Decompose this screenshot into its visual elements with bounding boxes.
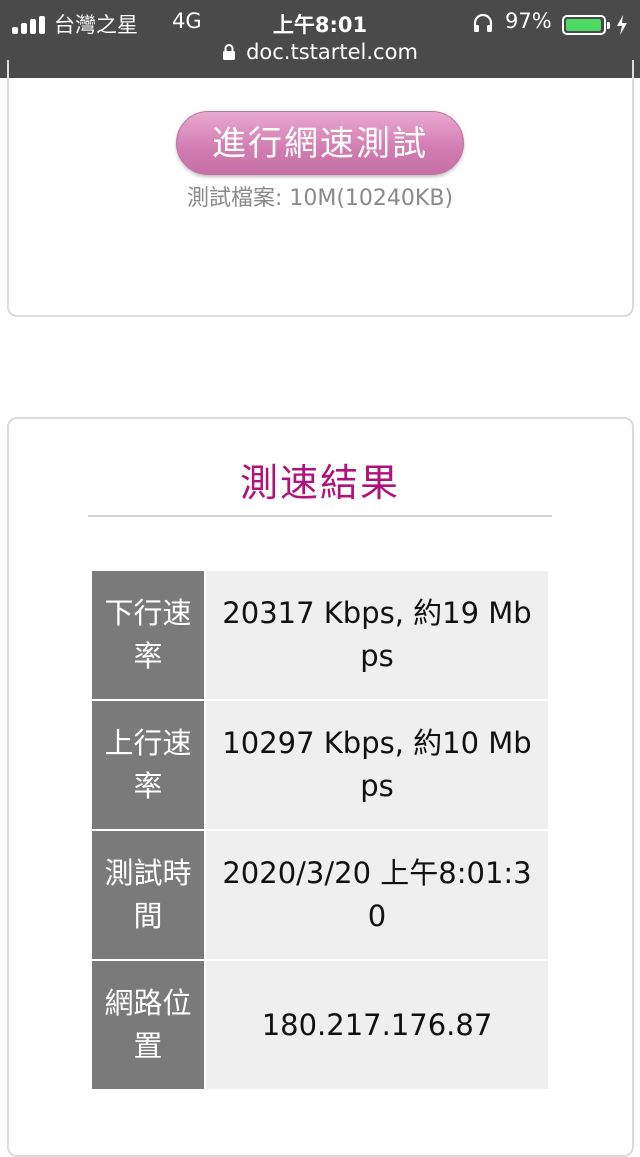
battery-icon — [562, 15, 610, 35]
table-row: 上行速率 10297 Kbps, 約10 Mbps — [90, 699, 550, 831]
test-file-note: 測試檔案: 10M(10240KB) — [186, 186, 454, 211]
title-divider — [88, 515, 552, 517]
headphones-icon — [473, 13, 493, 32]
row-value-download: 20317 Kbps, 約19 Mbps — [204, 569, 550, 701]
row-label-upload: 上行速率 — [90, 699, 206, 831]
row-label-download: 下行速率 — [90, 569, 206, 701]
table-row: 網路位置 180.217.176.87 — [90, 959, 550, 1091]
table-row: 下行速率 20317 Kbps, 約19 Mbps — [90, 569, 550, 701]
row-value-test-time: 2020/3/20 上午8:01:30 — [204, 829, 550, 961]
row-label-test-time: 測試時間 — [90, 829, 206, 961]
start-speed-test-button[interactable]: 進行網速測試 — [176, 111, 464, 175]
table-row: 測試時間 2020/3/20 上午8:01:30 — [90, 829, 550, 961]
results-title: 測速結果 — [239, 461, 400, 505]
row-value-upload: 10297 Kbps, 約10 Mbps — [204, 699, 550, 831]
results-table: 下行速率 20317 Kbps, 約19 Mbps 上行速率 10297 Kbp… — [90, 569, 550, 1091]
battery-percent: 97% — [505, 9, 552, 33]
lock-icon — [223, 44, 236, 60]
charging-icon — [617, 15, 627, 35]
row-value-ip: 180.217.176.87 — [204, 959, 550, 1091]
row-label-ip: 網路位置 — [90, 959, 206, 1091]
